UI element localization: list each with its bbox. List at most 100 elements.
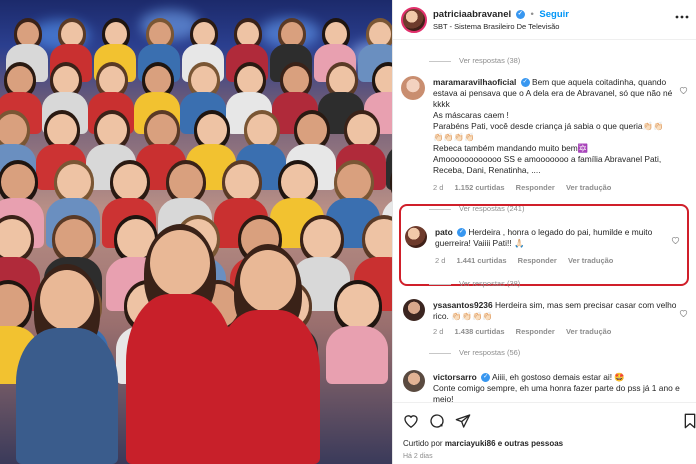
audience-face xyxy=(145,66,171,94)
audience-face xyxy=(193,22,215,46)
audience-face xyxy=(247,114,277,146)
audience-face xyxy=(55,219,93,259)
foreground-face xyxy=(150,230,210,296)
audience-face xyxy=(197,114,227,146)
audience-face xyxy=(337,284,379,328)
commenter-avatar[interactable] xyxy=(401,76,425,100)
translate-button[interactable]: Ver tradução xyxy=(566,183,611,192)
audience-face xyxy=(17,22,39,46)
comment-likes[interactable]: 1.152 curtidas xyxy=(455,183,505,192)
comment-username[interactable]: ysasantos9236 xyxy=(433,300,493,310)
commenter-avatar[interactable] xyxy=(403,370,425,392)
comment-text: pato ✓ Herdeira , honra o legado do pai,… xyxy=(435,227,675,249)
comment-meta: 2 d 1.441 curtidas Responder Ver traduçã… xyxy=(435,256,622,265)
audience-face xyxy=(237,66,263,94)
commenter-avatar[interactable] xyxy=(405,226,427,248)
heart-icon[interactable] xyxy=(403,413,419,428)
author-line: patriciaabravanel ✓ • Seguir xyxy=(433,9,569,20)
comment-line: Herdeira , honra o legado do pai, humild… xyxy=(435,227,653,248)
foreground-face xyxy=(40,270,94,330)
comment-likes[interactable]: 1.438 curtidas xyxy=(455,327,505,336)
post-header: patriciaabravanel ✓ • Seguir SBT - Siste… xyxy=(393,0,696,40)
heart-icon[interactable] xyxy=(679,309,688,317)
liked-suffix[interactable]: e outras pessoas xyxy=(498,439,563,448)
heart-icon[interactable] xyxy=(671,236,680,244)
comment-line: Amoooooooooooo SS e amooooooo a família … xyxy=(433,154,662,175)
audience-face xyxy=(283,66,309,94)
view-replies-link[interactable]: Ver respostas (56) xyxy=(429,348,520,357)
audience-face xyxy=(97,114,127,146)
audience-face xyxy=(329,66,355,94)
post-location[interactable]: SBT - Sistema Brasileiro De Televisão xyxy=(433,22,559,31)
foreground-shirt xyxy=(216,310,320,464)
more-options-icon[interactable] xyxy=(675,15,689,19)
commenter-avatar[interactable] xyxy=(403,299,425,321)
post-photo xyxy=(0,0,392,464)
comment-likes[interactable]: 1.441 curtidas xyxy=(457,256,507,265)
author-avatar[interactable] xyxy=(401,7,427,33)
audience-face xyxy=(99,66,125,94)
comment-username[interactable]: pato xyxy=(435,227,453,237)
audience-shirt xyxy=(326,326,388,384)
foreground-shirt xyxy=(16,328,118,464)
translate-button[interactable]: Ver tradução xyxy=(568,256,613,265)
comment-line: As máscaras caem ! xyxy=(433,110,509,120)
comment-text: ysasantos9236 Herdeira sim, mas sem prec… xyxy=(433,300,691,322)
heart-icon[interactable] xyxy=(679,86,688,94)
author-username[interactable]: patriciaabravanel xyxy=(433,9,511,20)
audience-face xyxy=(303,219,341,259)
reply-button[interactable]: Responder xyxy=(516,183,555,192)
verified-icon: ✓ xyxy=(515,9,525,19)
audience-face xyxy=(191,66,217,94)
translate-button[interactable]: Ver tradução xyxy=(566,327,611,336)
comment-text: maramaravilhaoficial ✓ Bem que aquela co… xyxy=(433,77,691,176)
audience-face xyxy=(105,22,127,46)
audience-face xyxy=(7,66,33,94)
audience-face xyxy=(297,114,327,146)
comment-icon[interactable] xyxy=(429,413,445,429)
comment-meta: 2 d 1.152 curtidas Responder Ver traduçã… xyxy=(433,183,620,192)
reply-button[interactable]: Responder xyxy=(516,327,555,336)
audience-face xyxy=(53,66,79,94)
audience-face xyxy=(149,22,171,46)
verified-icon: ✓ xyxy=(457,228,467,238)
audience-face xyxy=(369,22,391,46)
comment-meta: 2 d 1.438 curtidas Responder Ver traduçã… xyxy=(433,327,620,336)
verified-icon: ✓ xyxy=(481,373,491,383)
audience-face xyxy=(169,164,203,200)
audience-face xyxy=(281,164,315,200)
separator-dot: • xyxy=(530,9,534,20)
audience-face xyxy=(347,114,377,146)
liked-user[interactable]: marciayuki86 xyxy=(445,439,496,448)
share-icon[interactable] xyxy=(455,413,471,429)
post-age: Há 2 dias xyxy=(403,453,433,460)
view-replies-link[interactable]: Ver respostas (38) xyxy=(429,279,520,288)
audience-face xyxy=(237,22,259,46)
liked-prefix: Curtido por xyxy=(403,439,443,448)
audience-face xyxy=(1,164,35,200)
audience-face xyxy=(325,22,347,46)
comment-line: Parabéns Pati, você desde criança já sab… xyxy=(433,121,664,131)
bookmark-icon[interactable] xyxy=(683,413,696,429)
audience-face xyxy=(147,114,177,146)
audience-face xyxy=(337,164,371,200)
reply-button[interactable]: Responder xyxy=(518,256,557,265)
view-replies-link[interactable]: Ver respostas (38) xyxy=(429,56,520,65)
audience-face xyxy=(57,164,91,200)
liked-by-text: Curtido por marciayuki86 e outras pessoa… xyxy=(403,439,563,448)
comment-line: Conte comigo sempre, eh uma honra fazer … xyxy=(433,383,680,404)
comment-time: 2 d xyxy=(433,327,444,336)
post-actions-bar: Curtido por marciayuki86 e outras pessoa… xyxy=(393,402,696,464)
audience-face xyxy=(281,22,303,46)
follow-button[interactable]: Seguir xyxy=(539,9,569,20)
comment-time: 2 d xyxy=(433,183,444,192)
audience-face xyxy=(225,164,259,200)
comment-line: Rebeca também mandando muito bem🔯 xyxy=(433,143,589,153)
audience-face xyxy=(113,164,147,200)
audience-face xyxy=(61,22,83,46)
comment-username[interactable]: maramaravilhaoficial xyxy=(433,77,516,87)
comment-line: Aiiii, eh gostoso demais estar ai! 🤩 xyxy=(491,372,625,382)
comment-text: victorsarro ✓ Aiiii, eh gostoso demais e… xyxy=(433,372,691,405)
comment-username[interactable]: victorsarro xyxy=(433,372,477,382)
foreground-face xyxy=(240,250,296,312)
